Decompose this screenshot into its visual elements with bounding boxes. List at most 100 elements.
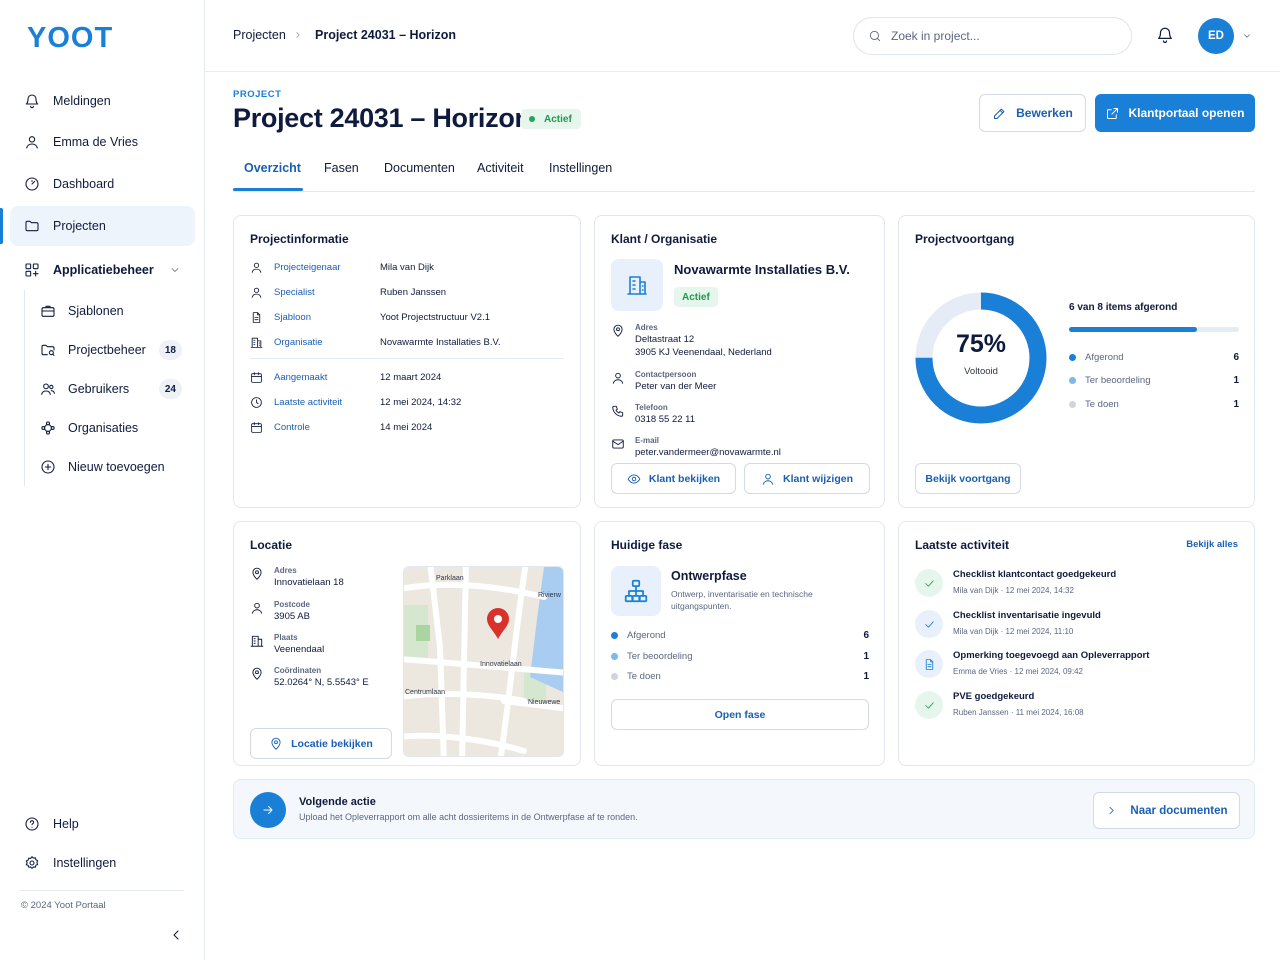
sidebar-item-label: Help <box>53 817 79 831</box>
divider <box>250 358 564 359</box>
legend-label: Afgerond <box>1085 352 1124 363</box>
activity-icon-check <box>915 569 943 597</box>
view-all-link[interactable]: Bekijk alles <box>1186 539 1238 550</box>
check-icon <box>924 701 934 709</box>
info-key[interactable]: Organisatie <box>274 337 380 348</box>
tab-instellingen[interactable]: Instellingen <box>549 161 612 175</box>
map-label-innovatielaan: Innovatielaan <box>480 661 522 668</box>
breadcrumb-projecten[interactable]: Projecten <box>233 28 286 42</box>
legend-label: Ter beoordeling <box>1085 375 1151 386</box>
activity-meta: Mila van Dijk · 12 mei 2024, 11:10 <box>953 627 1074 636</box>
sidebar-subitem-nieuw[interactable]: Nieuw toevoegen <box>30 451 190 483</box>
dashboard-icon <box>25 177 39 191</box>
sidebar-item-applicatiebeheer[interactable]: Applicatiebeheer <box>10 250 195 290</box>
location-coordinates: Coördinaten 52.0264° N, 5.5543° E <box>250 665 369 689</box>
building-icon <box>250 337 263 348</box>
email-address[interactable]: peter.vandermeer@novawarmte.nl <box>635 446 781 459</box>
tab-overzicht[interactable]: Overzicht <box>244 161 301 175</box>
sidebar-item-meldingen[interactable]: Meldingen <box>10 81 195 121</box>
sidebar-item-help[interactable]: Help <box>10 804 195 844</box>
info-value: Yoot Projectstructuur V2.1 <box>380 311 491 323</box>
sidebar-subitem-organisaties[interactable]: Organisaties <box>30 412 190 444</box>
logo[interactable]: YOOT <box>27 22 113 55</box>
avatar[interactable]: ED <box>1198 18 1234 54</box>
legend-value: 1 <box>863 671 869 682</box>
contact-name: Peter van der Meer <box>635 381 717 392</box>
collapse-sidebar-icon[interactable] <box>168 927 184 943</box>
sidebar-item-label: Dashboard <box>53 177 115 191</box>
sidebar-item-instellingen[interactable]: Instellingen <box>10 843 195 883</box>
chevron-down-icon[interactable] <box>1242 31 1252 41</box>
legend-dot <box>1069 401 1076 408</box>
field-label: Adres <box>274 566 297 575</box>
activity-title[interactable]: Opmerking toegevoegd aan Opleverrapport <box>953 650 1149 661</box>
info-key[interactable]: Controle <box>274 422 380 433</box>
mail-icon <box>612 439 624 449</box>
view-location-label: Locatie bekijken <box>291 737 373 750</box>
phase-legend-afgerond: Afgerond 6 <box>611 630 869 641</box>
sidebar-subitem-projectbeheer[interactable]: Projectbeheer 18 <box>30 334 190 366</box>
info-key[interactable]: Sjabloon <box>274 312 380 323</box>
pin-icon <box>252 667 262 680</box>
card-title: Laatste activiteit <box>915 538 1010 552</box>
info-row-created: Aangemaakt 12 maart 2024 <box>250 370 441 384</box>
sidebar-subitem-sjablonen[interactable]: Sjablonen <box>30 295 190 327</box>
edit-client-button[interactable]: Klant wijzigen <box>744 463 870 494</box>
building-icon <box>627 276 647 295</box>
copyright: © 2024 Yoot Portaal <box>21 900 106 911</box>
info-key[interactable]: Specialist <box>274 287 380 298</box>
map-label-nieuweweg: Nieuwewe <box>528 699 561 706</box>
sidebar-item-label: Applicatiebeheer <box>53 263 154 277</box>
sidebar-item-profile[interactable]: Emma de Vries <box>10 122 195 162</box>
activity-title[interactable]: Checklist klantcontact goedgekeurd <box>953 569 1116 580</box>
sidebar-item-projecten[interactable]: Projecten <box>10 206 195 246</box>
field-label: Telefoon <box>635 403 668 412</box>
edit-button[interactable]: Bewerken <box>979 94 1086 132</box>
legend-dot <box>1069 377 1076 384</box>
search-box[interactable] <box>853 17 1132 55</box>
tab-activiteit[interactable]: Activiteit <box>477 161 524 175</box>
grid-icon <box>25 263 39 277</box>
folder-icon <box>25 220 39 232</box>
info-key[interactable]: Laatste activiteit <box>274 397 380 408</box>
count-badge: 24 <box>158 379 182 399</box>
open-phase-button[interactable]: Open fase <box>611 699 869 730</box>
sidebar-item-dashboard[interactable]: Dashboard <box>10 164 195 204</box>
next-action-icon <box>250 792 286 828</box>
field-label: Postcode <box>274 600 311 609</box>
progress-bar-fill <box>1069 327 1197 332</box>
activity-title[interactable]: PVE goedgekeurd <box>953 691 1034 702</box>
view-client-button[interactable]: Klant bekijken <box>611 463 736 494</box>
activity-title[interactable]: Checklist inventarisatie ingevuld <box>953 610 1101 621</box>
info-key[interactable]: Aangemaakt <box>274 372 380 383</box>
next-action-description: Upload het Opleverrapport om alle acht d… <box>299 812 638 822</box>
tab-documenten[interactable]: Documenten <box>384 161 455 175</box>
map-label-centrumlaan: Centrumlaan <box>405 689 446 696</box>
client-status-badge: Actief <box>674 287 718 307</box>
card-title: Locatie <box>250 538 293 552</box>
subitem-label: Sjablonen <box>68 304 124 318</box>
tab-fasen[interactable]: Fasen <box>324 161 359 175</box>
go-to-documents-button[interactable]: Naar documenten <box>1093 792 1240 829</box>
sidebar-subitem-gebruikers[interactable]: Gebruikers 24 <box>30 373 190 405</box>
map-label-rivierweg: Rivierw <box>538 592 561 599</box>
legend-dot <box>611 673 618 680</box>
phone-number[interactable]: 0318 55 22 11 <box>635 413 695 426</box>
address-line1: Deltastraat 12 <box>635 334 695 345</box>
sidebar-item-label: Meldingen <box>53 94 111 108</box>
client-portal-button[interactable]: Klantportaal openen <box>1095 94 1255 132</box>
location-map[interactable]: Parklaan Rivierw Innovatielaan Centrumla… <box>403 566 564 757</box>
view-location-button[interactable]: Locatie bekijken <box>250 728 392 759</box>
page-eyebrow: PROJECT <box>233 89 282 100</box>
view-progress-button[interactable]: Bekijk voortgang <box>915 463 1021 494</box>
info-row-review: Controle 14 mei 2024 <box>250 420 432 434</box>
info-value: 14 mei 2024 <box>380 421 433 433</box>
notifications-bell-icon[interactable] <box>1156 26 1174 44</box>
edit-button-label: Bewerken <box>1016 106 1073 120</box>
legend-value: 1 <box>863 651 869 662</box>
sidebar-item-label: Emma de Vries <box>53 135 138 149</box>
info-key[interactable]: Projecteigenaar <box>274 262 380 273</box>
search-input[interactable] <box>891 29 1111 43</box>
client-email: E-mail peter.vandermeer@novawarmte.nl <box>611 435 781 459</box>
sidebar-item-label: Instellingen <box>53 856 117 870</box>
